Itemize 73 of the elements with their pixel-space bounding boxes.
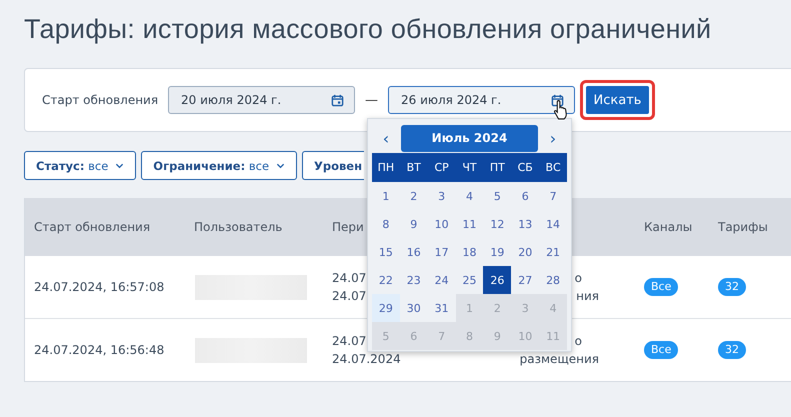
next-month-button[interactable]: › [539,128,567,148]
table-cell: 24.07.2024, 16:56:48 [34,343,164,357]
calendar-day[interactable]: 30 [400,294,428,322]
calendar-day[interactable]: 15 [372,238,400,266]
chevron-down-icon [276,162,286,168]
calendar-day[interactable]: 26 [483,266,512,294]
table-cell: 24.07.2024, 16:57:08 [34,280,164,294]
chevron-down-icon [115,162,124,168]
date-field[interactable]: 20 июля 2024 г. [168,86,355,114]
filter-dropdown[interactable]: Уровен [302,151,364,180]
range-dash: — [364,92,379,108]
table-cell-text: ния [576,288,599,305]
calendar-day[interactable]: 19 [483,238,512,266]
previous-month-button[interactable]: ‹ [372,128,400,148]
calendar-day[interactable]: 22 [372,266,400,294]
count-badge: Все [644,278,678,296]
weekday-label: ЧТ [461,161,478,174]
weekday-label: ВТ [406,161,422,174]
calendar-day[interactable]: 5 [483,182,512,210]
calendar-day[interactable]: 20 [511,238,540,266]
calendar-day[interactable]: 12 [483,210,512,238]
table-cell-text: 24.07.2024 [332,351,401,368]
calendar-day[interactable]: 11 [456,210,484,238]
calendar-day[interactable]: 23 [400,266,428,294]
calendar-day[interactable]: 21 [539,238,567,266]
calendar-day[interactable]: 16 [400,238,428,266]
table-cell-text: 24.07 [332,288,366,305]
calendar-icon[interactable] [551,94,564,106]
calendar-day[interactable]: 3 [428,182,456,210]
table-cell-text: о [574,333,582,350]
calendar-day[interactable]: 13 [511,210,540,238]
table-cell-text: 24.07 [332,270,366,287]
weekday-label: ПН [376,161,396,174]
count-badge: Все [644,341,678,359]
page-title: Тарифы: история массового обновления ограничений [23,13,712,46]
column-header: Пери [332,220,364,234]
filter-dropdown[interactable]: Статус: все [24,151,136,180]
column-header: Тарифы [718,220,768,234]
weekday-label: СР [433,161,450,174]
calendar-day[interactable]: 9 [400,210,428,238]
calendar-day[interactable]: 29 [372,294,400,322]
column-header: Каналы [644,220,692,234]
search-button[interactable]: Искать [586,86,649,114]
table-cell-text: размещения [520,351,599,368]
calendar-day[interactable]: 17 [428,238,456,266]
count-badge: 32 [718,278,746,296]
weekday-label: ПТ [488,161,506,174]
calendar-day[interactable]: 24 [428,266,456,294]
calendar-day[interactable]: 28 [539,266,567,294]
calendar-day[interactable]: 8 [372,210,400,238]
calendar-day[interactable]: 6 [511,182,540,210]
weekday-label: СБ [516,161,534,174]
date-field[interactable]: 26 июля 2024 г. [388,86,575,114]
column-header: Старт обновления [34,220,150,234]
calendar-day[interactable]: 1 [372,182,400,210]
calendar-day[interactable]: 27 [511,266,540,294]
calendar-day[interactable]: 25 [456,266,484,294]
field-label: Старт обновления [42,93,160,107]
calendar-day[interactable]: 10 [428,210,456,238]
filter-dropdown[interactable]: Ограничение: все [141,151,298,180]
calendar-day[interactable]: 4 [456,182,484,210]
hand-cursor-icon [553,99,570,120]
calendar-day[interactable]: 18 [456,238,484,266]
count-badge: 32 [718,341,746,359]
calendar-day[interactable]: 2 [400,182,428,210]
table-cell-text: о [574,270,582,287]
column-header: Пользователь [194,220,282,234]
calendar-day[interactable]: 31 [428,294,456,322]
calendar-day[interactable]: 7 [539,182,567,210]
calendar-day[interactable]: 14 [539,210,567,238]
table-cell-text: 24.07 [332,333,366,350]
weekday-label: ВС [544,161,562,174]
month-button[interactable]: Июль 2024 [401,124,538,152]
